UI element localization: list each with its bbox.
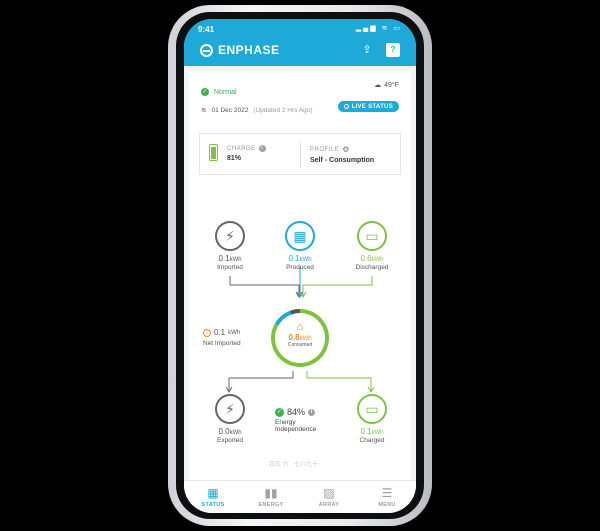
consumed-node[interactable]: ⌂ 0.8kWh Consumed — [271, 309, 329, 367]
energy-icon: ▮▮ — [264, 486, 278, 500]
discharged-node[interactable]: ▭ 0.6kWh Discharged — [349, 221, 395, 271]
exported-value: 0.0 — [218, 427, 230, 436]
produced-unit: kWh — [299, 257, 312, 263]
produced-label: Produced — [286, 264, 314, 271]
produced-value: 0.1 — [288, 254, 300, 263]
consumed-value: 0.8 — [288, 333, 300, 342]
app-screen: 9:41 ▂▄▆ ≋ ▭ ENPHASE ⇪ ? ✓ Normal ☁ 49°F… — [184, 19, 416, 513]
produced-node[interactable]: ▦ 0.1kWh Produced — [277, 221, 323, 271]
share-icon[interactable]: ⇪ — [360, 43, 374, 57]
tab-energy[interactable]: ▮▮ ENERGY — [242, 481, 300, 513]
energy-independence[interactable]: ✓ 84% i Energy Independence — [275, 407, 316, 433]
enphase-logo-icon — [200, 43, 213, 57]
net-imported: ! 0.1 kWh Net Imported — [203, 328, 241, 347]
imported-value: 0.1 — [218, 254, 230, 263]
charged-value: 0.1 — [360, 427, 372, 436]
status-bar-time: 9:41 — [198, 25, 215, 34]
net-imported-value: 0.1 — [214, 328, 226, 337]
tab-menu[interactable]: ☰ MENU — [358, 481, 416, 513]
tab-menu-label: MENU — [378, 502, 396, 508]
exported-unit: kWh — [229, 430, 242, 436]
exported-node[interactable]: ⚡ 0.0kWh Exported — [207, 394, 253, 444]
status-bar-icons: ▂▄▆ ≋ ▭ — [355, 25, 402, 32]
consumed-label: Consumed — [287, 342, 313, 348]
tab-status[interactable]: ▦ STATUS — [184, 481, 242, 513]
bottom-tab-bar: ▦ STATUS ▮▮ ENERGY ▨ ARRAY ☰ MENU — [184, 480, 416, 513]
independence-label-2: Independence — [275, 426, 317, 433]
menu-icon: ☰ — [381, 486, 393, 500]
faded-footer-text: 四五 六 · 七八九十 — [269, 462, 318, 468]
array-icon: ▨ — [323, 486, 335, 500]
status-icon: ▦ — [207, 486, 219, 500]
tab-array[interactable]: ▨ ARRAY — [300, 481, 358, 513]
chat-icon[interactable]: ? — [386, 43, 400, 57]
brand-name: ENPHASE — [218, 43, 280, 57]
imported-node[interactable]: ⚡ 0.1kWh Imported — [207, 221, 253, 271]
leaf-icon: ✓ — [275, 407, 284, 417]
battery-charge-icon: ▭ — [357, 394, 387, 424]
battery-discharge-icon: ▭ — [357, 221, 387, 251]
net-imported-label: Net Imported — [203, 340, 241, 347]
tab-status-label: STATUS — [201, 502, 225, 508]
independence-value: 84% — [287, 407, 306, 417]
independence-label-1: Energy — [275, 419, 296, 426]
charged-label: Charged — [359, 437, 385, 444]
home-icon: ⌂ — [296, 321, 304, 333]
charged-unit: kWh — [371, 430, 384, 436]
exported-label: Exported — [216, 437, 244, 444]
imported-unit: kWh — [229, 257, 242, 263]
grid-tower-icon: ⚡ — [215, 221, 245, 251]
tab-energy-label: ENERGY — [258, 502, 284, 508]
discharged-label: Discharged — [355, 264, 389, 271]
discharged-unit: kWh — [371, 257, 384, 263]
tab-array-label: ARRAY — [318, 502, 340, 508]
solar-panel-icon: ▦ — [285, 221, 315, 251]
brand: ENPHASE — [200, 43, 280, 57]
net-imported-unit: kWh — [228, 329, 241, 336]
imported-label: Imported — [217, 264, 243, 271]
independence-info-icon[interactable]: i — [308, 408, 316, 416]
grid-tower-export-icon: ⚡ — [215, 394, 245, 424]
discharged-value: 0.6 — [360, 254, 372, 263]
status-card: ✓ Normal ☁ 49°F ≋ 01 Dec 2022 (Updated 2… — [189, 71, 411, 481]
alert-icon: ! — [203, 328, 211, 337]
app-header: 9:41 ▂▄▆ ≋ ▭ ENPHASE ⇪ ? — [184, 19, 416, 66]
charged-node[interactable]: ▭ 0.1kWh Charged — [349, 394, 395, 444]
